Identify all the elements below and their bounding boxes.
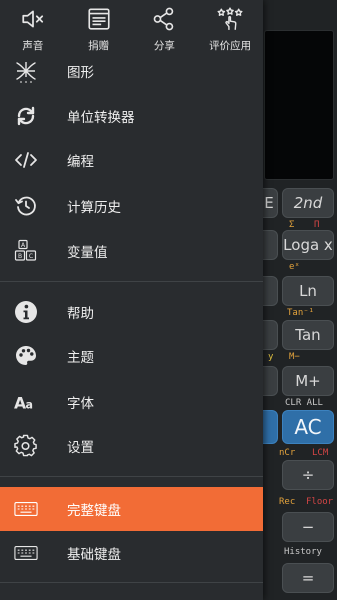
menu-label-font: 字体 — [67, 396, 94, 412]
svg-text:B: B — [18, 253, 22, 260]
menu-item-settings[interactable]: 设置 — [0, 425, 263, 467]
menu-label-help: 帮助 — [67, 306, 94, 322]
key-ac[interactable]: AC — [282, 410, 334, 444]
label-tan-inv: Tan⁻¹ — [287, 308, 315, 318]
navigation-drawer: 声音 捐赠 分享 评价应用 图形 单位转换器 编程 计算历史 A B C 变量值… — [0, 0, 263, 600]
menu-item-history[interactable]: 计算历史 — [0, 185, 263, 227]
label-sigma: Σ — [289, 220, 295, 230]
menu-label-history: 计算历史 — [67, 200, 121, 216]
key-equals[interactable]: = — [282, 563, 334, 593]
label-history: History — [284, 547, 322, 557]
menu-divider — [0, 476, 263, 477]
donate-icon — [88, 8, 110, 30]
menu-label-settings: 设置 — [67, 440, 94, 456]
menu-label-programming: 编程 — [67, 154, 94, 170]
key-m-plus[interactable]: M+ — [282, 366, 334, 396]
history-clock-icon — [13, 193, 39, 219]
menu-item-basic-keyboard[interactable]: 基础键盘 — [0, 532, 263, 574]
label-y: y — [268, 352, 274, 362]
key-minus[interactable]: − — [282, 512, 334, 542]
menu-label-full-keyboard: 完整键盘 — [67, 503, 121, 519]
menu-item-programming[interactable]: 编程 — [0, 139, 263, 181]
menu-item-variables[interactable]: A B C 变量值 — [0, 230, 263, 272]
menu-item-help[interactable]: 帮助 — [0, 291, 263, 333]
graph-icon — [13, 58, 39, 84]
calculator-display — [264, 30, 334, 180]
menu-label-unit-converter: 单位转换器 — [67, 110, 135, 126]
font-aa-icon: A a — [13, 389, 39, 415]
menu-divider — [0, 281, 263, 282]
menu-item-unit-converter[interactable]: 单位转换器 — [0, 95, 263, 137]
convert-arrows-icon — [13, 103, 39, 129]
menu-label-variables: 变量值 — [67, 245, 108, 261]
menu-item-graph[interactable]: 图形 — [0, 50, 263, 92]
keyboard-icon — [13, 496, 39, 522]
svg-text:a: a — [26, 398, 33, 411]
label-clr-all: CLR ALL — [285, 398, 323, 408]
menu-divider — [0, 582, 263, 583]
menu-label-basic-keyboard: 基础键盘 — [67, 547, 121, 563]
palette-icon — [13, 343, 39, 369]
key-divide[interactable]: ÷ — [282, 460, 334, 490]
menu-item-full-keyboard[interactable]: 完整键盘 — [0, 487, 263, 531]
label-lcm: LCM — [312, 448, 329, 458]
sound-off-icon — [22, 10, 43, 28]
label-ncr: nCr — [279, 448, 296, 458]
abc-blocks-icon: A B C — [13, 238, 39, 264]
key-2nd[interactable]: 2nd — [282, 188, 334, 218]
label-pi: Π — [314, 220, 320, 230]
label-m-minus: M− — [289, 352, 300, 362]
label-ex: eˣ — [289, 262, 300, 272]
label-rec: Rec — [279, 497, 296, 507]
svg-text:C: C — [29, 253, 33, 260]
label-floor: Floor — [306, 497, 334, 507]
menu-item-theme[interactable]: 主题 — [0, 335, 263, 377]
menu-item-font[interactable]: A a 字体 — [0, 381, 263, 423]
menu-label-theme: 主题 — [67, 350, 94, 366]
code-icon — [13, 147, 39, 173]
gear-icon — [13, 433, 39, 459]
rate-app-icon — [217, 7, 243, 30]
info-icon — [13, 299, 39, 325]
menu-label-graph: 图形 — [67, 65, 94, 81]
share-icon — [154, 7, 174, 31]
key-ln[interactable]: Ln — [282, 276, 334, 306]
keyboard-icon — [13, 540, 39, 566]
key-tan[interactable]: Tan — [282, 320, 334, 350]
key-loga[interactable]: Loga x — [282, 230, 334, 260]
